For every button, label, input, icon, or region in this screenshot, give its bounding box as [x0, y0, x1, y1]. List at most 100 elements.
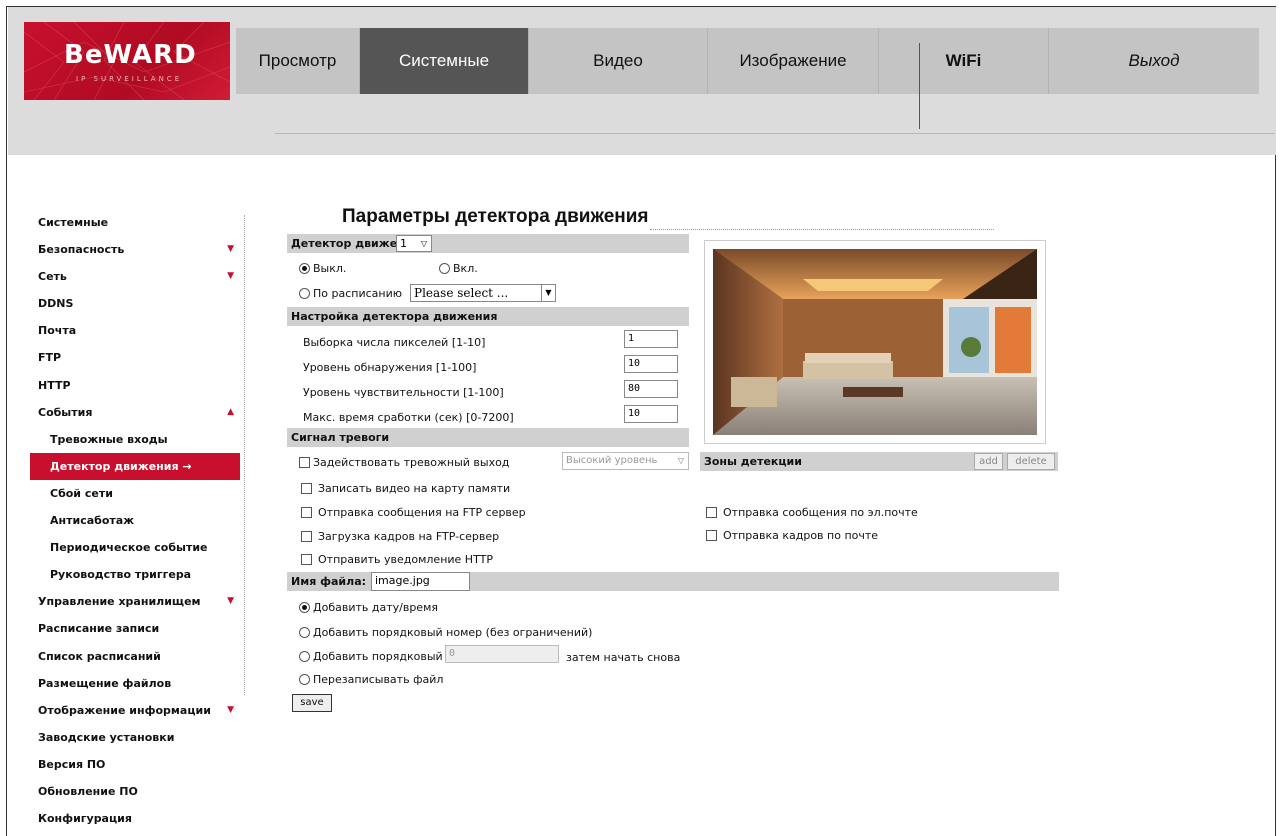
filename-datetime-radio[interactable] — [299, 602, 310, 613]
sidebar-item-network-failure[interactable]: Сбой сети — [30, 480, 240, 507]
sidebar-item-system[interactable]: Системные — [30, 209, 240, 236]
sensitivity-input[interactable]: 80 — [624, 380, 678, 398]
tab-image[interactable]: Изображение — [708, 28, 879, 94]
expand-arrow-icon[interactable]: ▼ — [227, 236, 234, 263]
filename-input[interactable]: image.jpg — [371, 572, 470, 591]
pixel-sampling-input[interactable]: 1 — [624, 330, 678, 348]
camera-preview[interactable] — [704, 240, 1046, 444]
sidebar: Системные Безопасность ▼ Сеть ▼ DDNS Почта… — [30, 209, 240, 832]
filename-opt-overwrite[interactable]: Перезаписывать файл — [299, 673, 443, 686]
detection-level-input[interactable]: 10 — [624, 355, 678, 373]
sidebar-item-label: Заводские установки — [38, 730, 175, 744]
expand-arrow-icon[interactable]: ▼ — [227, 588, 234, 615]
mode-on-radio[interactable] — [439, 263, 450, 274]
use-alarm-output-option[interactable]: Задействовать тревожный выход — [299, 456, 509, 469]
chevron-down-icon: ▼ — [541, 285, 555, 301]
filename-sequence-radio[interactable] — [299, 627, 310, 638]
email-message-option[interactable]: Отправка сообщения по эл.почте — [706, 506, 918, 519]
alarm-level-select[interactable]: Высокий уровень ▽ — [562, 452, 689, 470]
sidebar-item-firmware-version[interactable]: Версия ПО — [30, 751, 240, 778]
sidebar-item-factory-defaults[interactable]: Заводские установки — [30, 724, 240, 751]
use-alarm-output-checkbox[interactable] — [299, 457, 310, 468]
beward-logo[interactable]: BeWARD IP SURVEILLANCE — [24, 22, 230, 100]
sidebar-item-http[interactable]: HTTP — [30, 372, 240, 399]
sidebar-item-events[interactable]: События ▲ — [30, 399, 240, 426]
field-label-sensitivity: Уровень чувствительности [1-100] — [303, 386, 504, 399]
sidebar-item-alarm-inputs[interactable]: Тревожные входы — [30, 426, 240, 453]
sidebar-item-label: Обновление ПО — [38, 784, 138, 798]
sidebar-item-motion-detector[interactable]: Детектор движения → — [30, 452, 240, 480]
sidebar-item-label: Расписание записи — [38, 622, 160, 636]
collapse-arrow-icon[interactable]: ▲ — [227, 399, 234, 426]
field-label-pixel-sampling: Выборка числа пикселей [1-10] — [303, 336, 486, 349]
mode-on-option[interactable]: Вкл. — [439, 262, 478, 275]
sidebar-item-security[interactable]: Безопасность ▼ — [30, 236, 240, 263]
delete-zone-button[interactable]: delete — [1007, 453, 1055, 470]
mode-schedule-option[interactable]: По расписанию — [299, 287, 402, 300]
sidebar-item-storage[interactable]: Управление хранилищем ▼ — [30, 588, 240, 615]
logo-subtitle: IP SURVEILLANCE — [76, 75, 183, 83]
http-notify-option[interactable]: Отправить уведомление HTTP — [301, 553, 493, 566]
sidebar-item-periodic-event[interactable]: Периодическое событие — [30, 534, 240, 561]
sequence-limit-input[interactable]: 0 — [445, 645, 559, 663]
ftp-upload-checkbox[interactable] — [301, 531, 312, 542]
ftp-upload-option[interactable]: Загрузка кадров на FTP-сервер — [301, 530, 499, 543]
sidebar-divider — [244, 215, 245, 695]
save-button[interactable]: save — [292, 694, 332, 712]
sidebar-item-tamper[interactable]: Антисаботаж — [30, 507, 240, 534]
sidebar-item-label: Почта — [38, 324, 77, 338]
sidebar-item-schedule-list[interactable]: Список расписаний — [30, 643, 240, 670]
ftp-message-option[interactable]: Отправка сообщения на FTP сервер — [301, 506, 526, 519]
sidebar-item-mail[interactable]: Почта — [30, 317, 240, 344]
sidebar-item-label: Управление хранилищем — [38, 595, 201, 609]
max-trigger-time-input[interactable]: 10 — [624, 405, 678, 423]
email-message-checkbox[interactable] — [706, 507, 717, 518]
filename-sequence-limit-radio[interactable] — [299, 651, 310, 662]
mode-off-option[interactable]: Выкл. — [299, 262, 346, 275]
record-card-checkbox[interactable] — [301, 483, 312, 494]
sidebar-item-trigger-guide[interactable]: Руководство триггера — [30, 561, 240, 588]
email-frames-checkbox[interactable] — [706, 530, 717, 541]
sidebar-item-info-display[interactable]: Отображение информации ▼ — [30, 697, 240, 724]
sidebar-item-ftp[interactable]: FTP — [30, 344, 240, 371]
sidebar-item-label: Безопасность — [38, 243, 125, 257]
email-frames-option[interactable]: Отправка кадров по почте — [706, 529, 878, 542]
tab-logout[interactable]: Выход — [1049, 28, 1259, 94]
tab-wifi[interactable]: WiFi — [879, 28, 1049, 94]
tab-view[interactable]: Просмотр — [236, 28, 360, 94]
sidebar-item-label: Руководство триггера — [50, 568, 192, 582]
field-label-detection-level: Уровень обнаружения [1-100] — [303, 361, 477, 374]
sequence-limit-suffix: затем начать снова — [566, 651, 681, 664]
sidebar-item-configuration[interactable]: Конфигурация — [30, 805, 240, 832]
filename-overwrite-label: Перезаписывать файл — [313, 673, 444, 686]
tab-video[interactable]: Видео — [529, 28, 708, 94]
settings-section-header: Настройка детектора движения — [287, 307, 689, 326]
record-card-option[interactable]: Записать видео на карту памяти — [301, 482, 510, 495]
mode-schedule-radio[interactable] — [299, 288, 310, 299]
sidebar-item-network[interactable]: Сеть ▼ — [30, 263, 240, 290]
filename-overwrite-radio[interactable] — [299, 674, 310, 685]
sidebar-item-label: Версия ПО — [38, 757, 106, 771]
expand-arrow-icon[interactable]: ▼ — [227, 263, 234, 290]
sidebar-item-label: Конфигурация — [38, 812, 132, 826]
sidebar-item-ddns[interactable]: DDNS — [30, 290, 240, 317]
sidebar-item-label: Сбой сети — [50, 486, 113, 500]
expand-arrow-icon[interactable]: ▼ — [227, 697, 234, 724]
sidebar-item-firmware-update[interactable]: Обновление ПО — [30, 778, 240, 805]
schedule-select[interactable]: Please select ... ▼ — [410, 284, 556, 302]
filename-opt-sequence[interactable]: Добавить порядковый номер (без ограничен… — [299, 626, 592, 639]
sidebar-item-record-schedule[interactable]: Расписание записи — [30, 615, 240, 642]
sidebar-item-label: FTP — [38, 351, 62, 365]
http-notify-checkbox[interactable] — [301, 554, 312, 565]
top-nav: Просмотр Системные Видео Изображение WiF… — [236, 28, 1259, 129]
add-zone-button[interactable]: add — [974, 453, 1003, 470]
alarm-section-header: Сигнал тревоги — [287, 428, 689, 447]
chevron-down-icon: ▽ — [420, 239, 428, 248]
nav-separator — [919, 43, 920, 129]
mode-off-radio[interactable] — [299, 263, 310, 274]
detector-select[interactable]: 1 ▽ — [396, 235, 432, 252]
sidebar-item-file-location[interactable]: Размещение файлов — [30, 670, 240, 697]
filename-opt-datetime[interactable]: Добавить дату/время — [299, 601, 438, 614]
ftp-message-checkbox[interactable] — [301, 507, 312, 518]
tab-system[interactable]: Системные — [360, 28, 529, 94]
